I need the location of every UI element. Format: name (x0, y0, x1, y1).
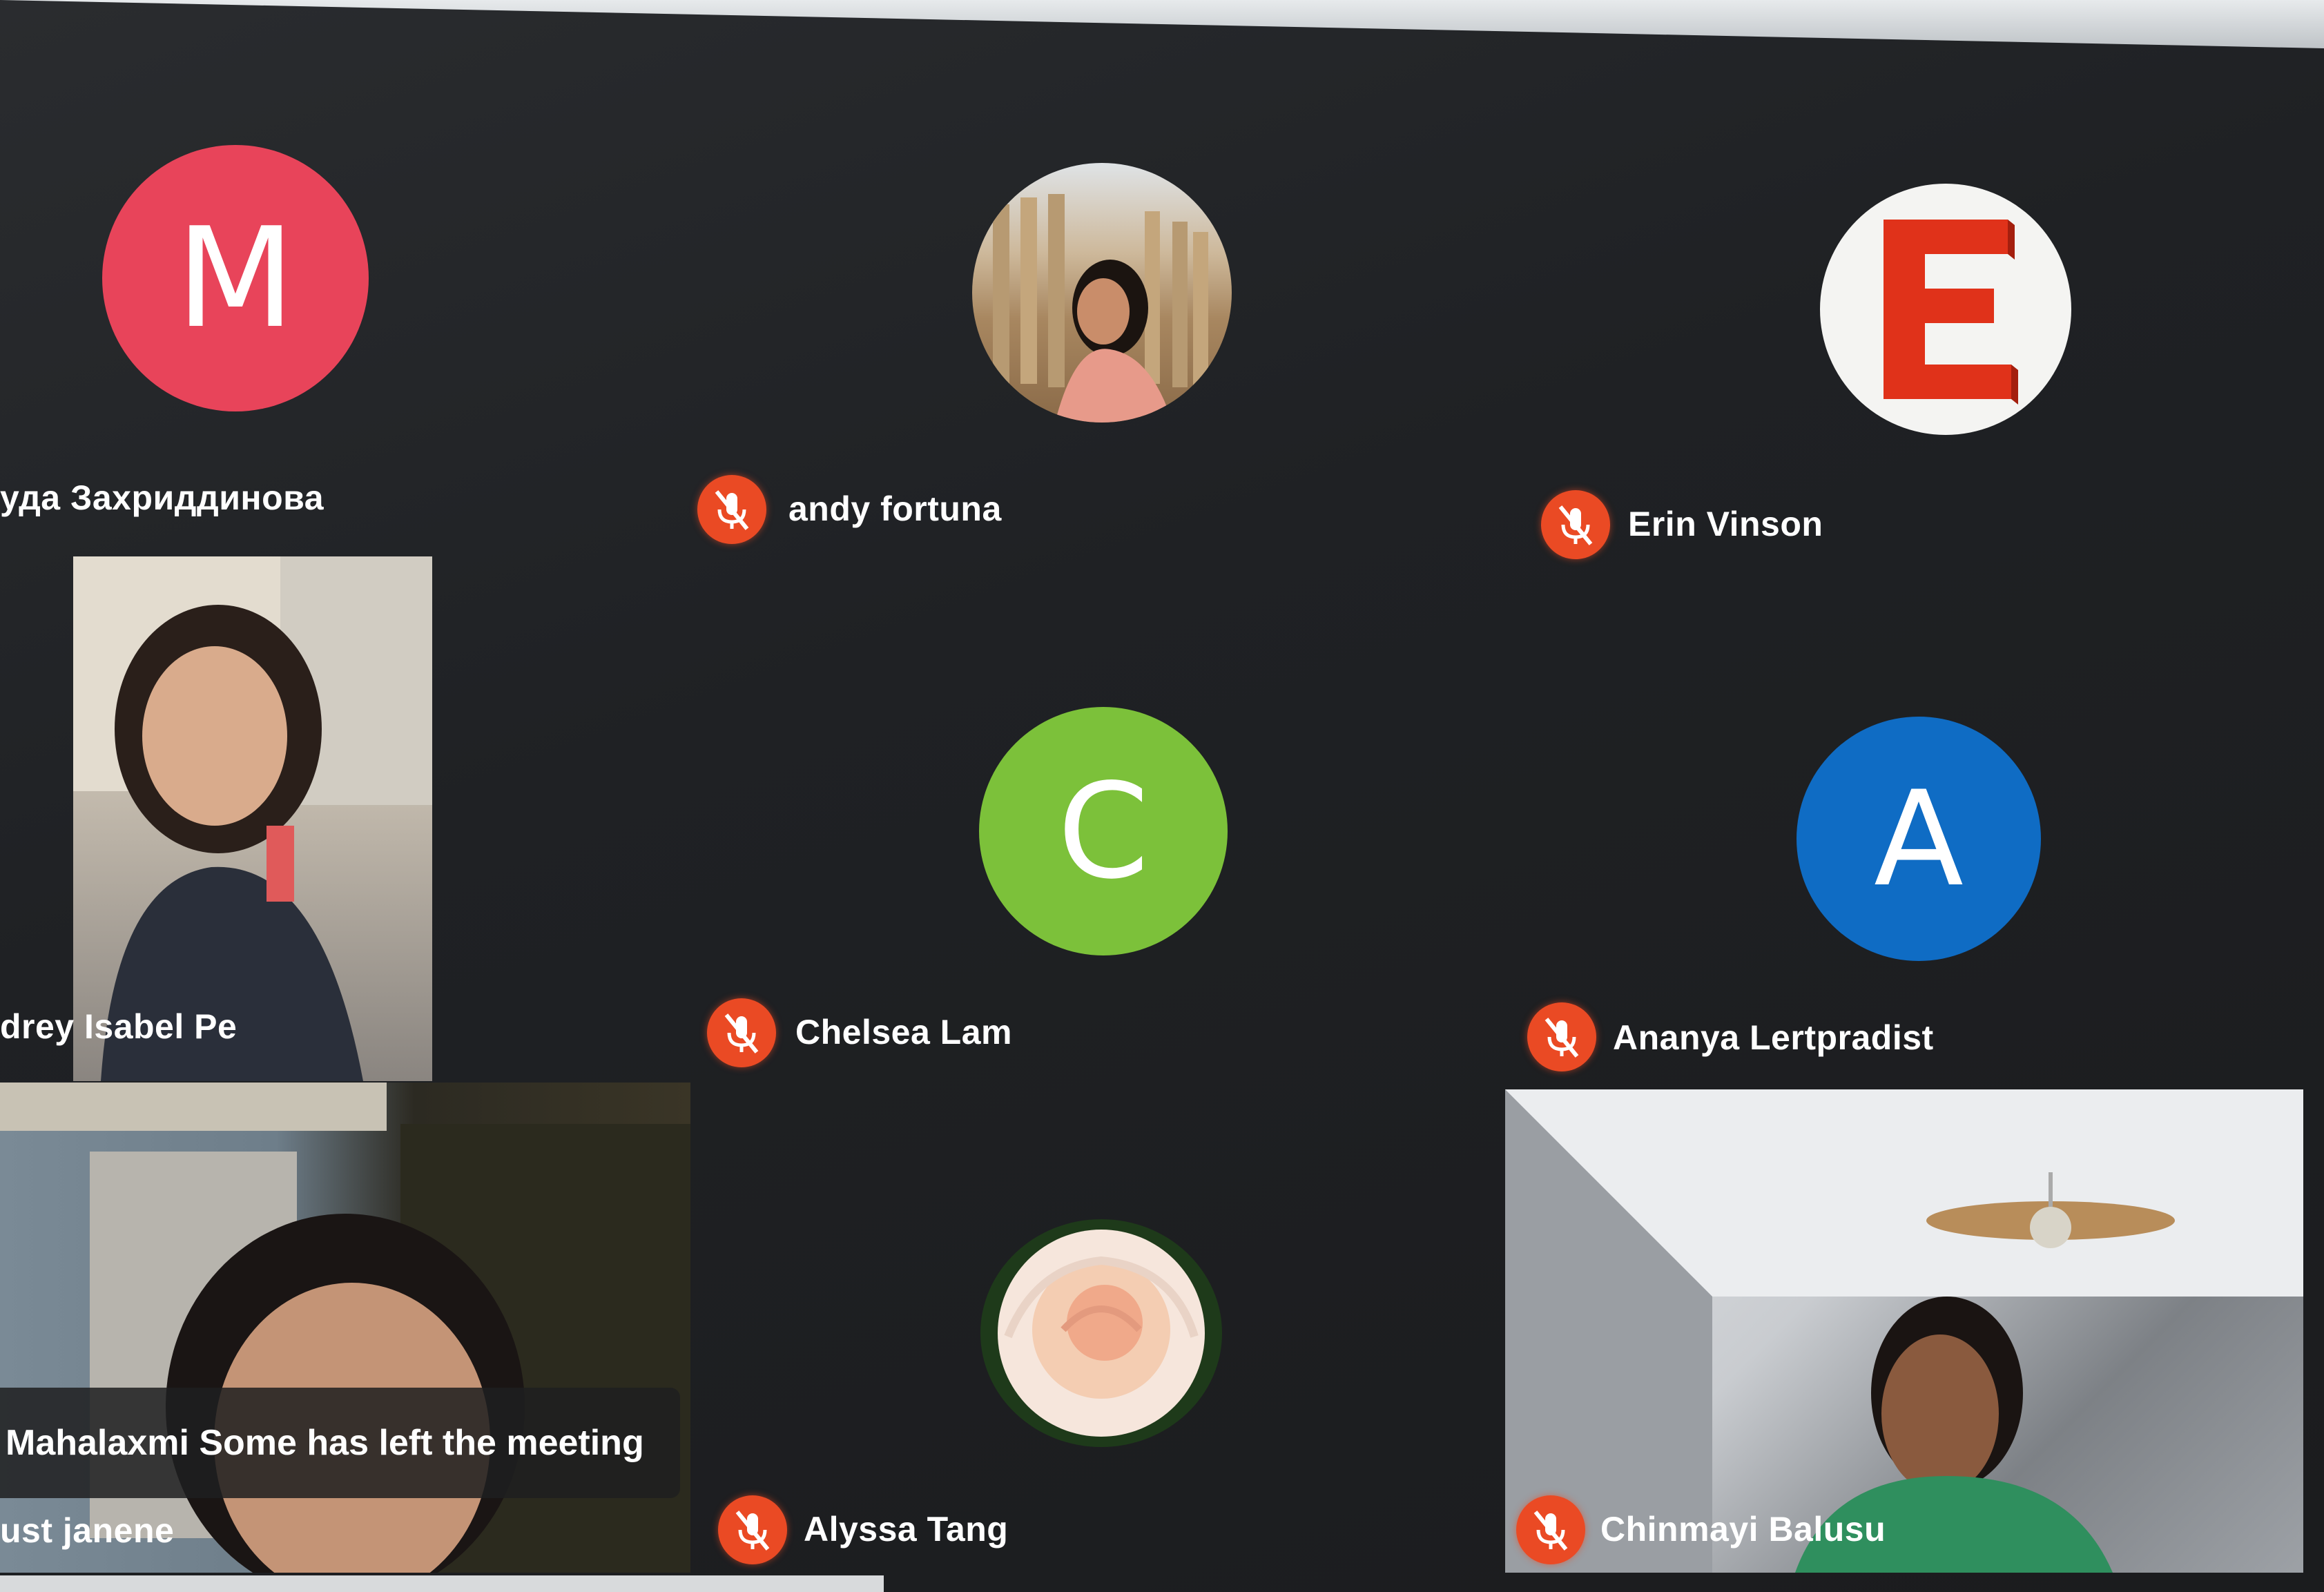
participant-name: Erin Vinson (1628, 505, 1823, 543)
avatar-letter: C (1057, 755, 1150, 908)
meeting-grid: M уда Захриддинова andy fortuna Erin Vin… (0, 0, 2324, 1592)
avatar-m: M (102, 145, 369, 411)
video-feed-audrey (73, 556, 432, 1081)
participant-name: уда Захриддинова (0, 478, 325, 517)
mic-off-icon (1541, 490, 1610, 559)
mic-off-icon (1527, 1002, 1596, 1071)
participant-name: andy fortuna (788, 489, 1002, 528)
avatar-c: C (979, 707, 1228, 955)
participant-name: drey Isabel Pe (0, 1007, 238, 1046)
video-feed-chinmayi (1505, 1089, 2303, 1573)
participant-name: Ananya Lertpradist (1613, 1018, 1934, 1057)
avatar-photo-andy (972, 163, 1232, 423)
participant-name: Alyssa Tang (804, 1510, 1009, 1549)
avatar-e (1820, 184, 2071, 435)
mic-off-icon (718, 1495, 787, 1564)
mic-off-icon (1516, 1495, 1585, 1564)
avatar-letter: M (175, 197, 296, 359)
avatar-letter: A (1874, 762, 1964, 915)
bottom-bar (0, 1575, 884, 1592)
video-feed-janene (0, 1083, 690, 1573)
mic-off-icon (697, 475, 766, 544)
participant-name: Chelsea Lam (795, 1013, 1012, 1051)
avatar-a: A (1797, 717, 2041, 961)
notification-toast: Mahalaxmi Some has left the meeting (0, 1388, 680, 1498)
participant-name: Chinmayi Balusu (1600, 1510, 1886, 1549)
avatar-photo-alyssa (980, 1219, 1222, 1447)
mic-off-icon (707, 998, 776, 1067)
participant-name: ust janene (0, 1511, 175, 1550)
